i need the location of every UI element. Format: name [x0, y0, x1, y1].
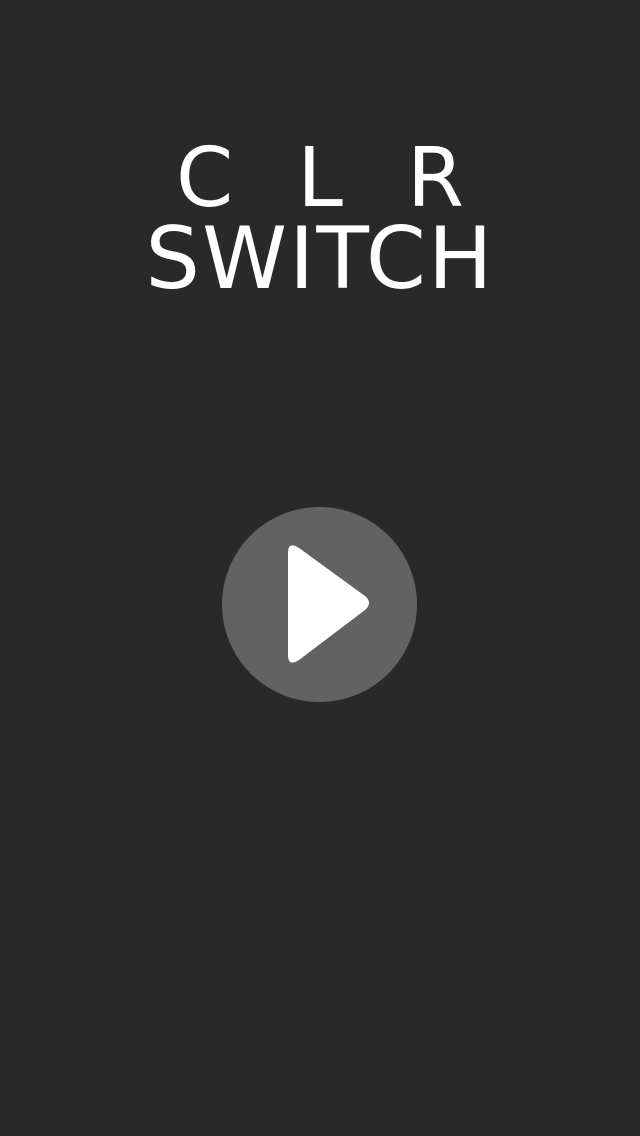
play-icon [288, 545, 369, 663]
game-title: CLR SWITCH [0, 131, 640, 309]
start-screen: CLR SWITCH [0, 0, 640, 1136]
play-button[interactable] [222, 507, 417, 702]
title-line-clr: CLR [176, 131, 528, 226]
title-line-switch: SWITCH [145, 209, 495, 309]
